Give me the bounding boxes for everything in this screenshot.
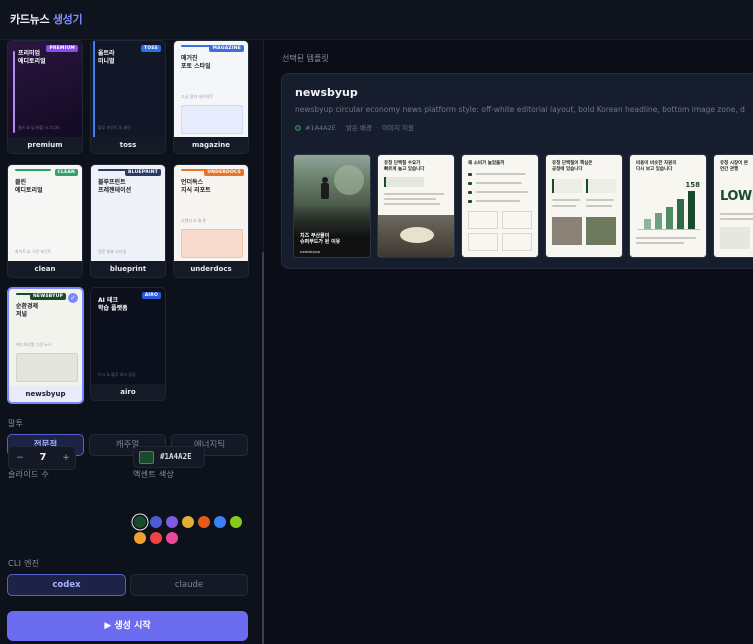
template-card-newsbyup[interactable]: NEWSBYUP ✓ 순환경제 저널 에디토리얼 그린 뉴스 newsbyup xyxy=(7,287,84,404)
template-name: toss xyxy=(91,137,165,153)
template-name: airo xyxy=(91,384,165,400)
selected-template-name: newsbyup xyxy=(295,86,358,99)
template-name: magazine xyxy=(174,137,248,153)
slide-title: 유청 시장이 본 연간 관행 xyxy=(720,161,748,172)
template-title: 매거진 포토 스타일 xyxy=(181,55,211,70)
accent-color-value: #1A4A2E xyxy=(160,452,192,461)
template-title: 블루프린트 프레젠테이션 xyxy=(98,179,132,194)
color-swatch-9[interactable] xyxy=(150,532,162,544)
color-dot-icon xyxy=(295,125,301,131)
template-badge: NEWSBYUP xyxy=(29,293,66,300)
preview-slide-3[interactable]: 왜 소비가 늘었을까 xyxy=(461,154,539,258)
slide-title: 유청 단백질이 핵심은 공정에 있습니다 xyxy=(552,161,593,172)
app-title: 카드뉴스 생성기 xyxy=(10,13,83,26)
template-badge: UNDERDOCS xyxy=(204,169,244,176)
template-card-clean[interactable]: CLEAN 클린 에디토리얼 화이트 & 그린 포인트 clean xyxy=(7,164,83,278)
template-subtitle: 화이트 & 그린 포인트 xyxy=(15,249,52,254)
template-subtitle: 전문 발표 스타일 xyxy=(98,249,127,254)
template-preview: BLUEPRINT 블루프린트 프레젠테이션 전문 발표 스타일 xyxy=(91,165,165,263)
template-subtitle: 골드 & 딥 퍼플 시그니처 xyxy=(18,125,60,130)
top-bar: 카드뉴스 생성기 xyxy=(0,0,753,40)
check-icon: ✓ xyxy=(68,293,78,303)
template-title: AI 테크 학습 플랫폼 xyxy=(98,297,128,312)
template-name: clean xyxy=(8,261,82,277)
slide-title: 유청 단백질 수요가 빠르게 늘고 있습니다 xyxy=(384,161,425,172)
template-badge: BLUEPRINT xyxy=(125,169,161,176)
selected-template-label: 선택된 템플릿 xyxy=(282,54,329,63)
template-card-underdocs[interactable]: UNDERDOCS 언더독스 지식 리포트 오렌지 & 웜 톤 underdoc… xyxy=(173,164,249,278)
sidebar: PREMIUM 프리미엄 에디토리얼 골드 & 딥 퍼플 시그니처 premiu… xyxy=(0,40,264,644)
selected-template-meta: #1A4A2E · 밝은 배경 · 이미지 지원 xyxy=(295,122,414,132)
template-name: blueprint xyxy=(91,261,165,277)
template-badge: CLEAN xyxy=(54,169,78,176)
template-name: underdocs xyxy=(174,261,248,277)
template-title: 프리미엄 에디토리얼 xyxy=(18,50,46,65)
color-swatch-10[interactable] xyxy=(166,532,178,544)
color-swatch-6[interactable] xyxy=(214,516,226,528)
slide-stat: 158 xyxy=(685,181,700,189)
slides-label: 슬라이드 수 xyxy=(8,470,50,479)
decrement-button[interactable]: − xyxy=(13,447,27,469)
template-subtitle: 다크 & 블루 테크 감성 xyxy=(98,372,136,377)
template-title: 울트라 미니멀 xyxy=(98,50,115,65)
template-preview: MAGAZINE 매거진 포토 스타일 고급 잡지 레이아웃 xyxy=(174,41,248,139)
template-preview: UNDERDOCS 언더독스 지식 리포트 오렌지 & 웜 톤 xyxy=(174,165,248,263)
template-card-magazine[interactable]: MAGAZINE 매거진 포토 스타일 고급 잡지 레이아웃 magazine xyxy=(173,40,249,154)
slides-value: 7 xyxy=(39,452,47,463)
accent-color-field[interactable]: #1A4A2E xyxy=(133,446,205,468)
template-card-toss[interactable]: TOSS 울트라 미니멀 블루 포인트 & 클린 toss xyxy=(90,40,166,154)
color-swatch-5[interactable] xyxy=(198,516,210,528)
preview-slide-2[interactable]: 유청 단백질 수요가 빠르게 늘고 있습니다 xyxy=(377,154,455,258)
generate-button[interactable]: ▶ 생성 시작 xyxy=(7,611,248,641)
color-swatch-3[interactable] xyxy=(166,516,178,528)
template-subtitle: 고급 잡지 레이아웃 xyxy=(181,94,213,99)
template-title: 언더독스 지식 리포트 xyxy=(181,179,211,194)
accent-label: 액센트 색상 xyxy=(133,470,175,479)
color-swatch-8[interactable] xyxy=(134,532,146,544)
preview-slide-4[interactable]: 유청 단백질이 핵심은 공정에 있습니다 xyxy=(545,154,623,258)
template-subtitle: 에디토리얼 그린 뉴스 xyxy=(16,342,52,347)
cli-label: CLI 엔진 xyxy=(8,559,40,568)
sidebar-scrollbar[interactable] xyxy=(262,252,264,644)
template-card-blueprint[interactable]: BLUEPRINT 블루프린트 프레젠테이션 전문 발표 스타일 bluepri… xyxy=(90,164,166,278)
color-swatch-1[interactable] xyxy=(134,516,146,528)
slides-stepper: − 7 + xyxy=(8,446,76,470)
template-preview: PREMIUM 프리미엄 에디토리얼 골드 & 딥 퍼플 시그니처 xyxy=(8,41,82,139)
slide-footer: newsbyup xyxy=(300,250,320,254)
cli-option-codex[interactable]: codex xyxy=(7,574,126,596)
selected-template-panel: newsbyup newsbyup circular economy news … xyxy=(281,73,753,269)
template-preview: AIRO AI 테크 학습 플랫폼 다크 & 블루 테크 감성 xyxy=(91,288,165,386)
preview-slide-5[interactable]: 비용이 비슷한 자원의 다시 보고 있습니다 158 xyxy=(629,154,707,258)
color-swatch-4[interactable] xyxy=(182,516,194,528)
preview-slide-1[interactable]: 치즈 부산물이 슈퍼푸드가 된 이유 newsbyup xyxy=(293,154,371,258)
template-subtitle: 오렌지 & 웜 톤 xyxy=(181,218,207,223)
increment-button[interactable]: + xyxy=(59,447,73,469)
slide-big-text: LOWE xyxy=(720,189,753,204)
template-preview: NEWSBYUP ✓ 순환경제 저널 에디토리얼 그린 뉴스 xyxy=(9,289,82,388)
accent-color-swatch[interactable] xyxy=(139,451,154,464)
template-title: 순환경제 저널 xyxy=(16,303,39,318)
slide-caption: 치즈 부산물이 슈퍼푸드가 된 이유 xyxy=(300,233,341,245)
preview-slide-6[interactable]: 유청 시장이 본 연간 관행 LOWE xyxy=(713,154,753,258)
template-card-airo[interactable]: AIRO AI 테크 학습 플랫폼 다크 & 블루 테크 감성 airo xyxy=(90,287,166,401)
template-preview: CLEAN 클린 에디토리얼 화이트 & 그린 포인트 xyxy=(8,165,82,263)
selected-template-description: newsbyup circular economy news platform … xyxy=(295,105,745,114)
color-swatch-2[interactable] xyxy=(150,516,162,528)
template-badge: MAGAZINE xyxy=(209,45,244,52)
slide-title: 왜 소비가 늘었을까 xyxy=(468,161,505,166)
template-preview: TOSS 울트라 미니멀 블루 포인트 & 클린 xyxy=(91,41,165,139)
color-swatch-7[interactable] xyxy=(230,516,242,528)
template-name: newsbyup xyxy=(9,386,82,402)
cli-option-claude[interactable]: claude xyxy=(130,574,248,596)
template-card-premium[interactable]: PREMIUM 프리미엄 에디토리얼 골드 & 딥 퍼플 시그니처 premiu… xyxy=(7,40,83,154)
template-title: 클린 에디토리얼 xyxy=(15,179,43,194)
template-name: premium xyxy=(8,137,82,153)
template-subtitle: 블루 포인트 & 클린 xyxy=(98,125,131,130)
slide-title: 비용이 비슷한 자원의 다시 보고 있습니다 xyxy=(636,161,677,172)
tone-label: 말투 xyxy=(8,419,24,428)
